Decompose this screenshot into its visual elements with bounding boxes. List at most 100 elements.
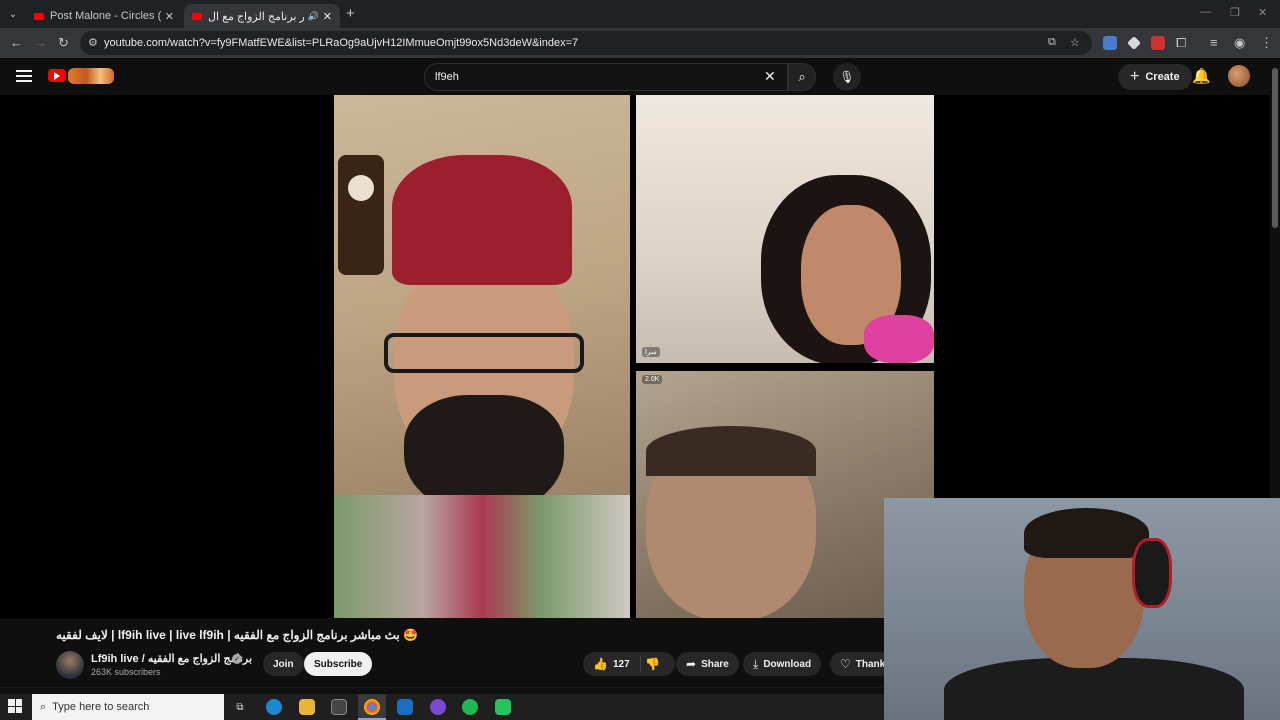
file-explorer-icon[interactable] (299, 699, 315, 715)
media-control-icon[interactable]: ≡ (1210, 35, 1218, 50)
thanks-button[interactable]: ♡ Thank (830, 652, 886, 676)
create-label: Create (1145, 71, 1180, 83)
like-dislike-group[interactable]: 👍 127 👎 (583, 652, 675, 676)
taskbar-search-placeholder: Type here to search (52, 701, 150, 713)
join-label: Join (273, 658, 294, 670)
divider (0, 687, 884, 688)
search-box[interactable] (424, 63, 788, 91)
glasses (384, 333, 584, 373)
tab-search-icon[interactable]: ⌄ (4, 5, 22, 23)
site-info-icon[interactable]: ⚙ (88, 36, 98, 49)
outlook-icon[interactable] (397, 699, 413, 715)
youtube-favicon-icon (34, 12, 44, 20)
minimize-icon[interactable]: — (1200, 6, 1211, 18)
red-headphones (1132, 538, 1172, 608)
notifications-bell-icon[interactable]: 🔔 (1192, 67, 1211, 85)
tab-title: بث مباشر برنامج الزواج مع ال (208, 10, 304, 23)
search-icon: ⌕ (798, 69, 806, 84)
new-tab-icon[interactable]: + (346, 5, 355, 22)
windows-start-icon[interactable] (8, 699, 22, 713)
windows-taskbar: ⌕ Type here to search ⧉ (0, 694, 884, 720)
app-green-icon[interactable] (495, 699, 511, 715)
scrollbar-thumb[interactable] (1272, 68, 1278, 228)
forward-icon[interactable]: → (34, 35, 47, 50)
microsoft-store-icon[interactable] (331, 699, 347, 715)
close-window-icon[interactable]: ✕ (1258, 6, 1267, 19)
youtube-header: ✕ ⌕ 🎙 + Create 🔔 (0, 58, 1280, 95)
thanks-label: Thank (855, 658, 886, 670)
download-label: Download (763, 658, 812, 670)
video-title: لايف لفقيه | lf9ih live | live lf9ih | ب… (56, 628, 418, 642)
download-icon: ⤓ (753, 656, 759, 671)
task-view-icon[interactable]: ⧉ (232, 699, 248, 715)
like-divider (640, 656, 641, 672)
browser-tab-post-malone[interactable]: Post Malone - Circles (Official M ✕ (26, 4, 182, 28)
browser-menu-icon[interactable]: ⋮ (1260, 35, 1273, 51)
voice-search-button[interactable]: 🎙 (833, 63, 861, 91)
extension-red-icon[interactable] (1151, 36, 1165, 50)
subscriber-count: 263K subscribers (91, 667, 161, 677)
channel-avatar[interactable] (56, 651, 84, 679)
share-arrow-icon: ➦ (686, 657, 697, 671)
streamer-webcam-overlay (884, 498, 1280, 720)
url-text: youtube.com/watch?v=fy9FMatfEWE&list=PLR… (104, 37, 579, 49)
taskbar-search-icon: ⌕ (40, 700, 47, 713)
plus-icon: + (1130, 68, 1140, 85)
youtube-favicon-icon (192, 12, 202, 20)
download-button[interactable]: ⤓ Download (743, 652, 822, 676)
menu-icon[interactable] (16, 70, 32, 82)
guest-2-label: 2.0K (642, 375, 663, 384)
tab-title: Post Malone - Circles (Official M (50, 10, 161, 22)
taskbar-search-box[interactable]: ⌕ Type here to search (32, 694, 224, 720)
page-scrollbar[interactable] (1270, 58, 1280, 498)
create-button[interactable]: + Create (1118, 64, 1192, 90)
striped-robe (334, 495, 630, 618)
thanks-heart-icon: ♡ (840, 657, 851, 671)
translate-extension-icon[interactable] (1103, 36, 1117, 50)
join-button[interactable]: Join (263, 652, 304, 676)
maximize-icon[interactable]: ❐ (1230, 6, 1240, 19)
search-input[interactable] (435, 71, 735, 83)
back-icon[interactable]: ← (10, 35, 23, 50)
reload-icon[interactable]: ↻ (58, 35, 69, 51)
profile-icon[interactable]: ◉ (1234, 35, 1245, 51)
extensions-puzzle-icon[interactable]: ⧠ (1176, 35, 1186, 51)
like-thumb-icon[interactable]: 👍 (593, 657, 608, 671)
verified-check-icon: ✓ (232, 654, 242, 664)
extension-diamond-icon[interactable] (1127, 36, 1141, 50)
edge-browser-icon[interactable] (266, 699, 282, 715)
wall-clock (338, 155, 384, 275)
youtube-logo-icon[interactable] (48, 69, 66, 82)
share-label: Share (701, 658, 729, 670)
bookmark-star-icon[interactable]: ☆ (1070, 36, 1080, 49)
guest-2-hair (646, 426, 816, 476)
url-field[interactable]: ⚙ youtube.com/watch?v=fy9FMatfEWE&list=P… (80, 31, 1092, 55)
browser-tab-live[interactable]: بث مباشر برنامج الزواج مع ال 🔊 ✕ (184, 4, 340, 28)
red-fez-hat (392, 155, 572, 285)
spotify-icon[interactable] (462, 699, 478, 715)
share-button[interactable]: ➦ Share (676, 652, 739, 676)
channel-name[interactable]: Lf9ih live / برنامج الزواج مع الفقيه (91, 652, 252, 665)
youtube-doodle-logo[interactable] (68, 68, 114, 84)
streamer-hair (1024, 508, 1149, 558)
chrome-icon[interactable] (364, 699, 380, 715)
speaker-icon[interactable]: 🔊 (308, 11, 319, 22)
like-count: 127 (612, 658, 630, 670)
clear-search-icon[interactable]: ✕ (764, 68, 776, 85)
subscribe-button[interactable]: Subscribe (304, 652, 373, 676)
install-app-icon[interactable]: ⧉ (1048, 36, 1056, 49)
pink-cup (864, 315, 934, 363)
address-bar-row: ← → ↻ ⚙ youtube.com/watch?v=fy9FMatfEWE&… (0, 28, 1280, 58)
dislike-thumb-icon[interactable]: 👎 (645, 657, 660, 671)
tab-close-icon[interactable]: ✕ (323, 10, 332, 23)
guest-1-label: سرا (642, 347, 660, 357)
search-button[interactable]: ⌕ (788, 63, 816, 91)
screen: ⌄ Post Malone - Circles (Official M ✕ بث… (0, 0, 1280, 720)
video-panel-guest-1: سرا (636, 95, 934, 363)
browser-tab-strip: ⌄ Post Malone - Circles (Official M ✕ بث… (0, 0, 1280, 28)
tab-close-icon[interactable]: ✕ (165, 10, 174, 23)
video-panel-host (334, 95, 630, 618)
discord-icon[interactable] (430, 699, 446, 715)
account-avatar[interactable] (1228, 65, 1250, 87)
subscribe-label: Subscribe (314, 658, 363, 670)
